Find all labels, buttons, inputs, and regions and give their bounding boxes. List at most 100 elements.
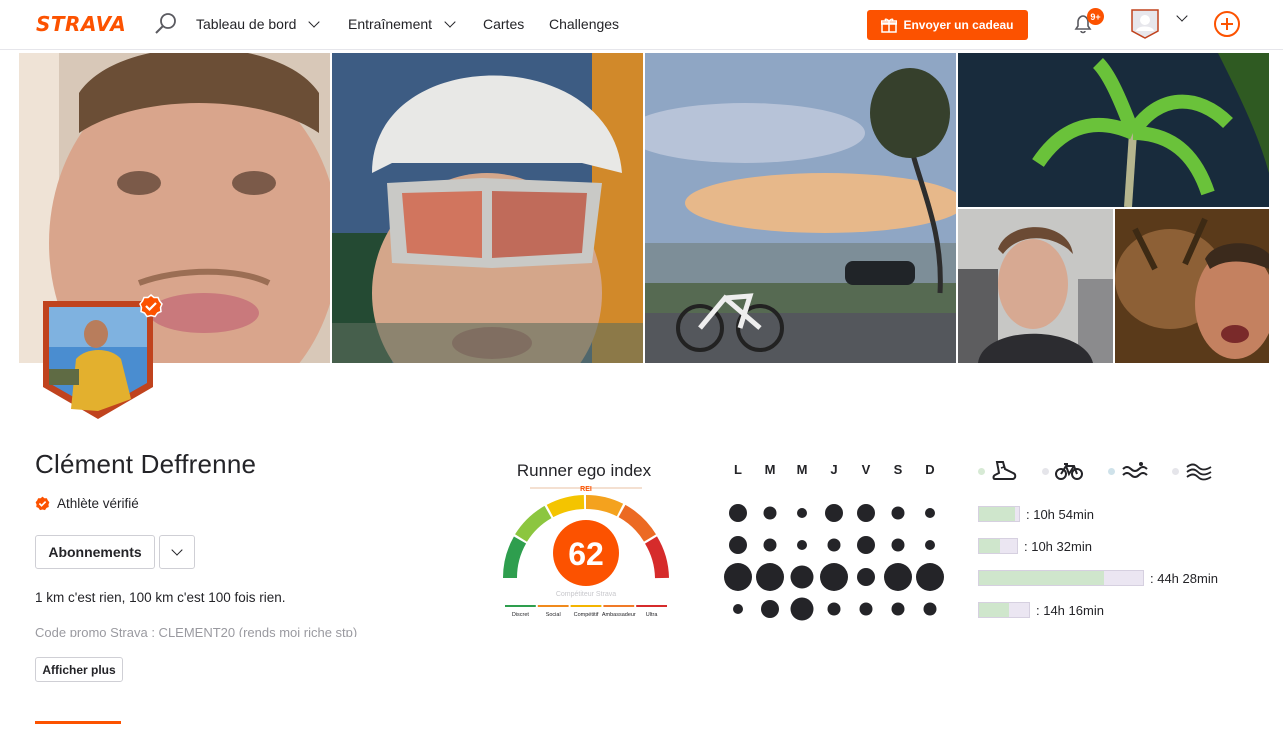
sport-time-fill: [979, 539, 1000, 553]
sport-filter-bike[interactable]: [1042, 460, 1083, 482]
sport-filter-other[interactable]: [1172, 460, 1213, 482]
activity-dot[interactable]: [733, 604, 743, 614]
nav-dashboard[interactable]: Tableau de bord: [196, 15, 321, 32]
activity-dot[interactable]: [891, 602, 905, 616]
sport-dot: [1172, 467, 1179, 475]
activity-dot[interactable]: [756, 563, 784, 591]
plus-circle-icon[interactable]: [1214, 11, 1240, 37]
week-day-label: J: [830, 462, 838, 477]
week-day-label: S: [893, 462, 903, 477]
notification-badge: 9+: [1087, 8, 1104, 25]
sport-time-fill: [979, 603, 1009, 617]
ego-index-subtitle: Compétiteur Strava: [556, 591, 616, 598]
ego-index-gauge: REI 62 Compétiteur Strava Discret Social C…: [502, 486, 669, 618]
nav-challenges[interactable]: Challenges: [549, 16, 619, 32]
activity-dot[interactable]: [763, 538, 777, 552]
verified-label: Athlète vérifié: [57, 496, 139, 511]
sport-time-label: : 14h 16min: [1036, 602, 1104, 618]
ego-index-abbr: REI: [580, 486, 592, 493]
ego-index-scale: Discret Social Compétitif Ambassadeur Ultra: [505, 605, 667, 618]
photo-animal[interactable]: [1115, 209, 1269, 363]
week-activity-grid: [722, 497, 946, 625]
activity-dot[interactable]: [925, 508, 935, 518]
activity-dot[interactable]: [916, 563, 944, 591]
nav-training[interactable]: Entraînement: [348, 15, 456, 32]
sport-time-fill: [979, 571, 1104, 585]
chevron-down-icon: [308, 15, 321, 28]
subscriptions-button[interactable]: Abonnements: [35, 535, 155, 569]
activity-dot[interactable]: [729, 504, 747, 522]
show-more-button[interactable]: Afficher plus: [35, 657, 123, 682]
sport-filter-swim[interactable]: [1108, 460, 1149, 482]
photo-helmet[interactable]: [332, 53, 643, 363]
activity-dot[interactable]: [825, 504, 843, 522]
subscriptions-dropdown[interactable]: [159, 535, 195, 569]
activity-dot[interactable]: [797, 540, 807, 550]
scale-label: Ultra: [646, 612, 659, 618]
avatar-icon[interactable]: [1131, 9, 1159, 39]
sport-time-bar: [978, 570, 1144, 586]
promo-text: Code promo Strava : CLEMENT20 (rends moi…: [35, 625, 358, 637]
gift-icon: [881, 18, 898, 33]
photo-gym[interactable]: [958, 209, 1113, 363]
activity-dot[interactable]: [820, 563, 848, 591]
wind-icon: [1186, 463, 1212, 481]
running-shoe-icon: [992, 461, 1017, 480]
ego-index-value: 62: [568, 536, 604, 572]
verified-badge-icon: [139, 294, 163, 318]
week-day-label: L: [734, 462, 742, 477]
sport-filter-run[interactable]: [978, 460, 1017, 482]
activity-dot[interactable]: [827, 538, 841, 552]
nav-maps[interactable]: Cartes: [483, 16, 524, 32]
activity-dot[interactable]: [761, 600, 779, 618]
week-day-label: V: [861, 462, 871, 477]
sport-time-fill: [979, 507, 1015, 521]
sport-time-bar: [978, 538, 1018, 554]
activity-dot[interactable]: [827, 602, 841, 616]
activity-dot[interactable]: [763, 506, 777, 520]
profile-avatar[interactable]: [41, 299, 155, 421]
nav-training-label: Entraînement: [348, 16, 433, 32]
bike-icon: [1055, 463, 1083, 480]
search-icon[interactable]: [154, 11, 180, 37]
photo-palm-night[interactable]: [958, 53, 1269, 207]
sport-dot: [978, 467, 985, 475]
activity-dot[interactable]: [790, 565, 814, 589]
photo-seaside-bike[interactable]: [645, 53, 956, 363]
activity-dot[interactable]: [891, 506, 905, 520]
sport-time-row: : 10h 32min: [978, 538, 1092, 554]
activity-dot[interactable]: [857, 536, 875, 554]
scale-label: Social: [546, 612, 561, 618]
chevron-down-icon[interactable]: [1176, 10, 1188, 22]
activity-dot[interactable]: [923, 602, 937, 616]
activity-dot[interactable]: [859, 602, 873, 616]
nav-dashboard-label: Tableau de bord: [196, 16, 297, 32]
sport-time-label: : 10h 54min: [1026, 506, 1094, 522]
nav-maps-label: Cartes: [483, 16, 525, 32]
swim-icon: [1122, 462, 1148, 478]
activity-dot[interactable]: [891, 538, 905, 552]
athlete-bio: 1 km c'est rien, 100 km c'est 100 fois r…: [35, 590, 286, 605]
scale-label: Discret: [512, 612, 530, 618]
activity-dot[interactable]: [790, 597, 814, 621]
send-gift-button[interactable]: Envoyer un cadeau: [867, 10, 1028, 40]
strava-logo[interactable]: STRAVA: [36, 12, 126, 36]
week-day-label: D: [925, 462, 935, 477]
active-tab-indicator: [35, 721, 121, 724]
verified-badge-icon: [35, 496, 50, 511]
sport-filters: [974, 460, 1234, 490]
sport-dot: [1042, 467, 1049, 475]
chevron-down-icon: [171, 543, 183, 556]
verified-athlete: Athlète vérifié: [35, 496, 139, 511]
sport-time-bar: [978, 602, 1030, 618]
activity-dot[interactable]: [724, 563, 752, 591]
activity-dot[interactable]: [884, 563, 912, 591]
scale-label: Ambassadeur: [602, 612, 636, 618]
scale-label: Compétitif: [574, 612, 599, 618]
week-days-header: LMMJVSD: [722, 462, 946, 482]
activity-dot[interactable]: [857, 568, 875, 586]
activity-dot[interactable]: [797, 508, 807, 518]
activity-dot[interactable]: [925, 540, 935, 550]
activity-dot[interactable]: [729, 536, 747, 554]
activity-dot[interactable]: [857, 504, 875, 522]
